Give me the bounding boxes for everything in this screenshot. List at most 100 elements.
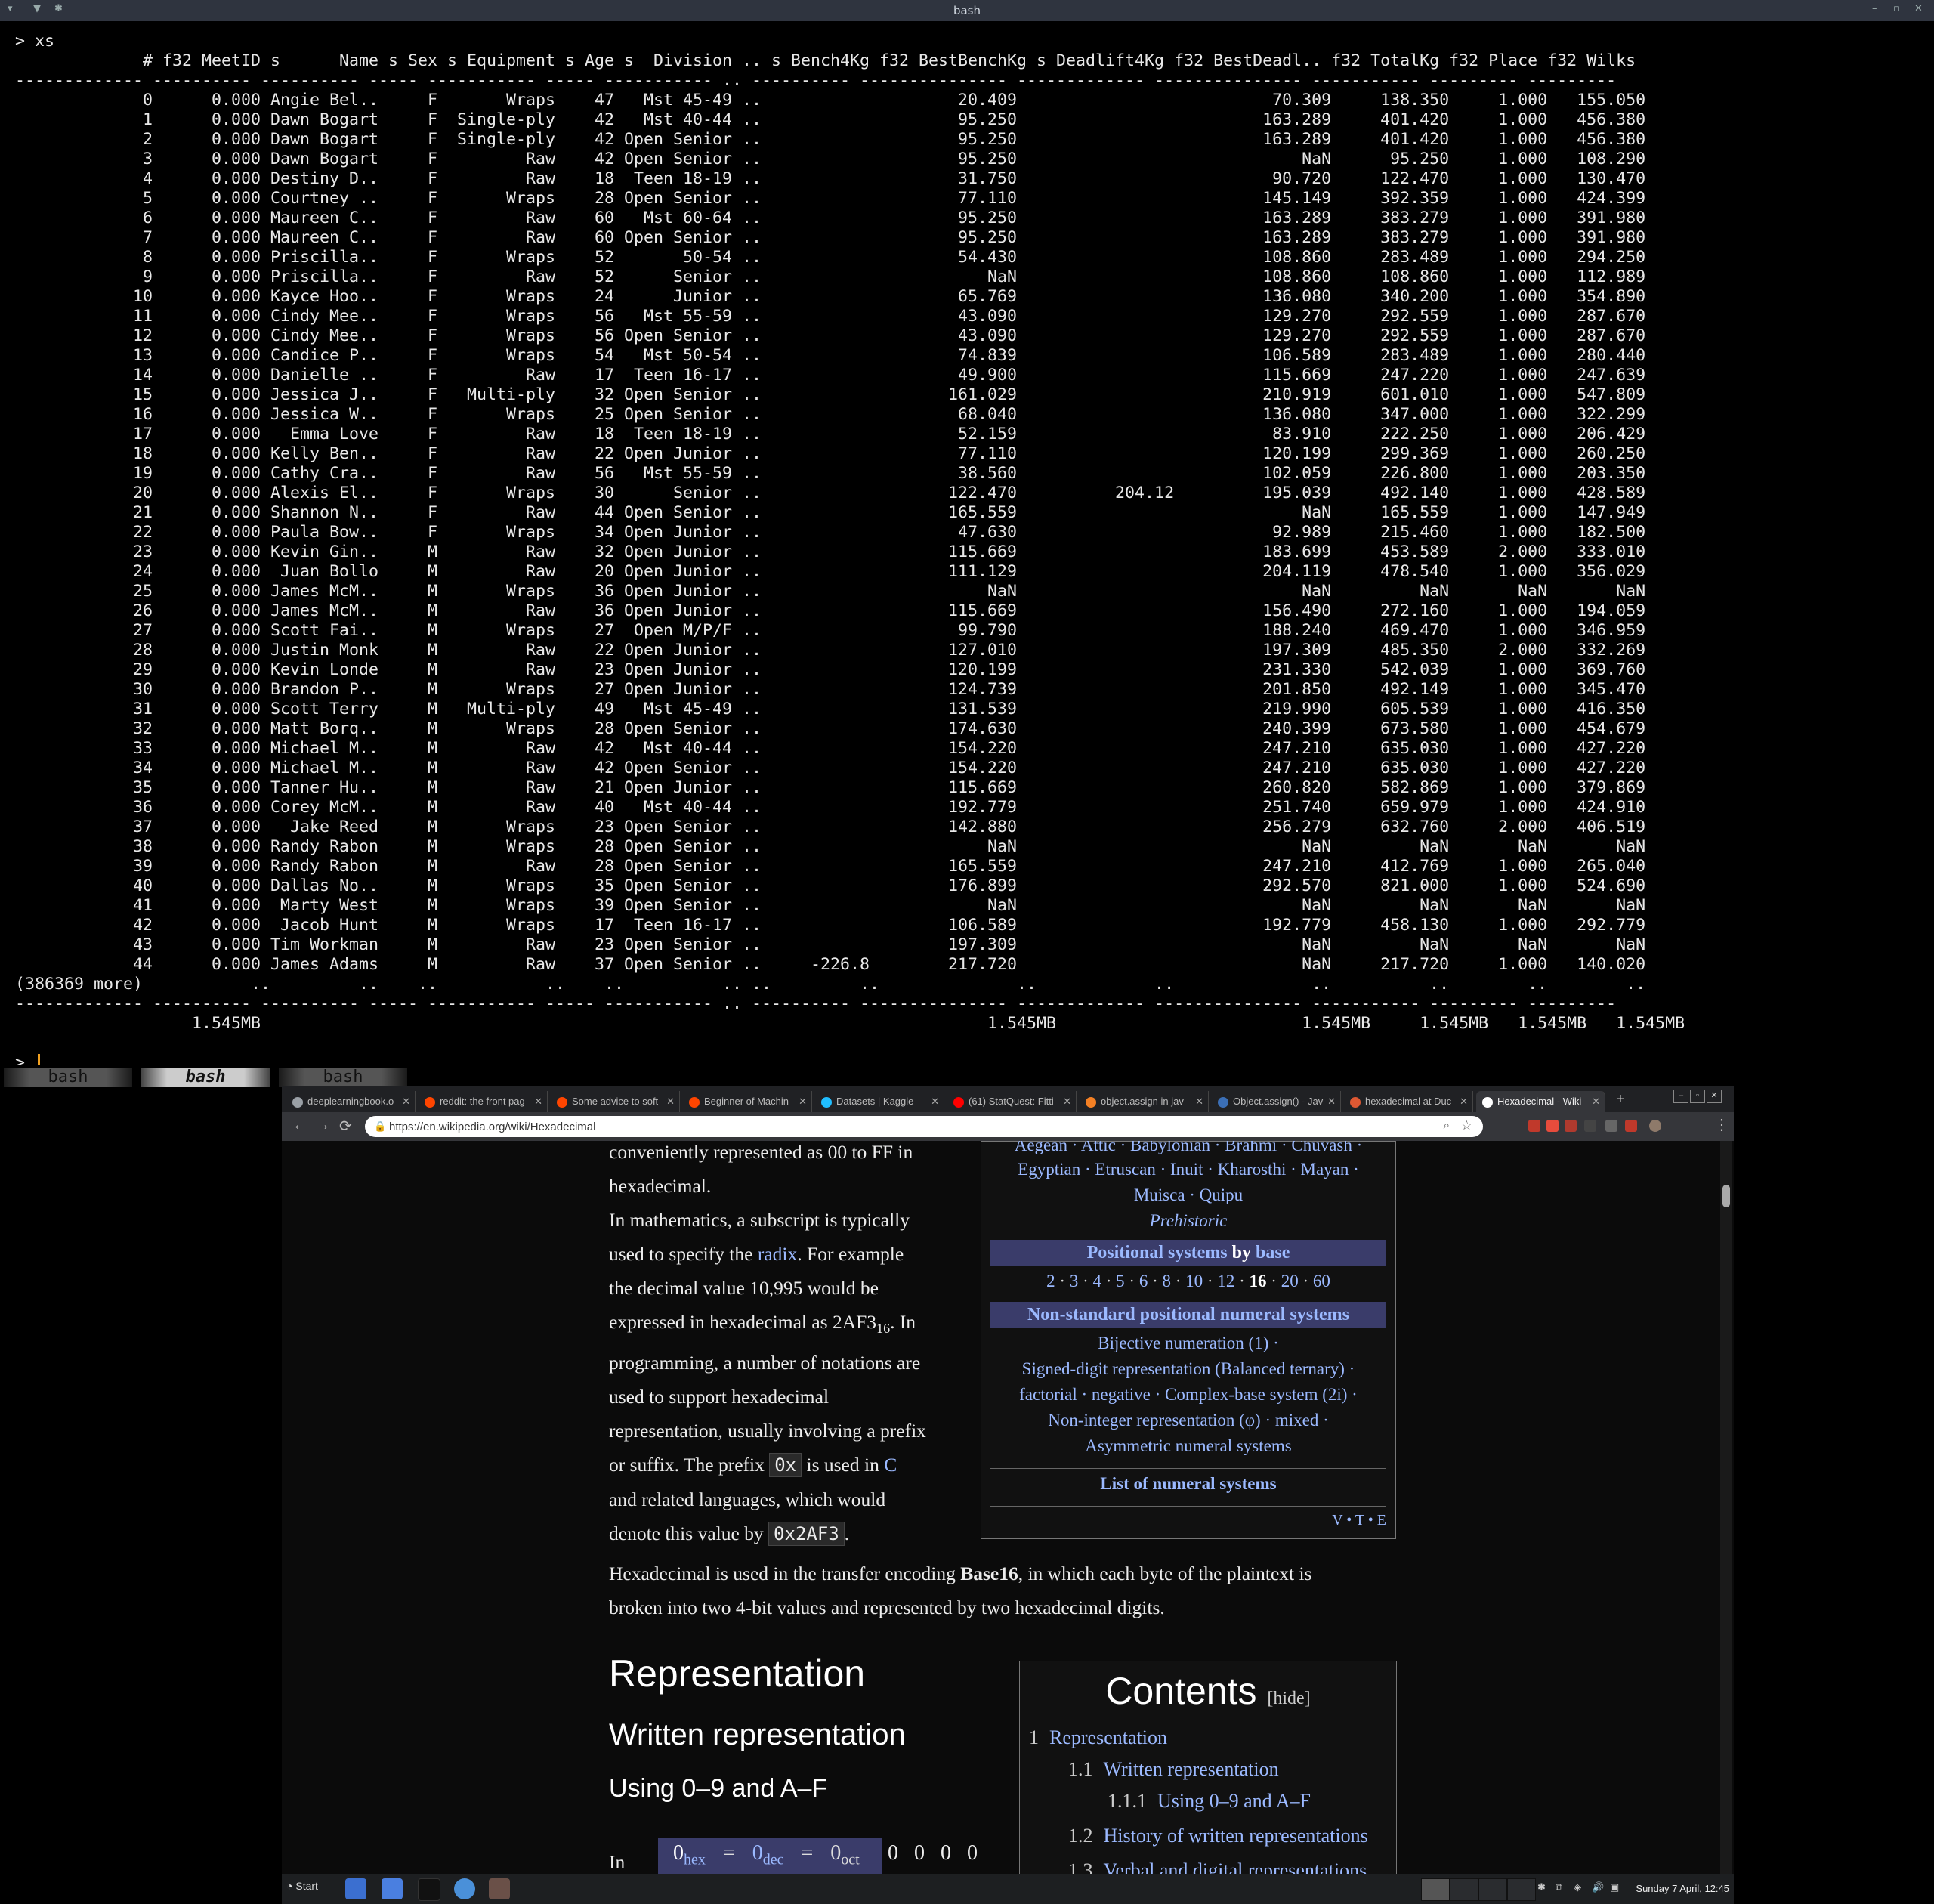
- close-tab-icon[interactable]: ✕: [1460, 1091, 1468, 1112]
- clipboard-icon[interactable]: ⧉: [1556, 1881, 1568, 1895]
- close-tab-icon[interactable]: ✕: [1063, 1091, 1071, 1112]
- file-manager-icon[interactable]: [345, 1878, 366, 1899]
- bookmark-star-icon[interactable]: ☆: [1461, 1118, 1472, 1133]
- browser-tab[interactable]: reddit: the front pag ✕: [419, 1091, 548, 1112]
- toc-link[interactable]: Representation: [1049, 1726, 1167, 1748]
- close-tab-icon[interactable]: ✕: [1195, 1091, 1203, 1112]
- browser-tab[interactable]: Object.assign() - Jav ✕: [1212, 1091, 1341, 1112]
- folder-icon[interactable]: [382, 1878, 403, 1899]
- toc-item[interactable]: 1.1 Written representation: [1068, 1758, 1279, 1781]
- positional-systems-link[interactable]: Positional systems: [1087, 1243, 1228, 1263]
- extension-icon[interactable]: [1625, 1120, 1637, 1132]
- extension-icon[interactable]: [1584, 1120, 1596, 1132]
- toc-item[interactable]: 1.3 Verbal and digital representations: [1068, 1859, 1367, 1874]
- reload-icon[interactable]: ⟳: [339, 1117, 352, 1136]
- base-link[interactable]: 4: [1092, 1272, 1101, 1290]
- prehistoric-link[interactable]: Prehistoric: [981, 1211, 1395, 1231]
- base-link[interactable]: 2: [1046, 1272, 1055, 1290]
- toc-item[interactable]: 1.1.1 Using 0–9 and A–F: [1108, 1790, 1311, 1813]
- toc-link[interactable]: Written representation: [1104, 1758, 1279, 1780]
- bluetooth-icon[interactable]: ✱: [1537, 1881, 1549, 1895]
- browser-restore-icon[interactable]: ▫: [1690, 1090, 1705, 1103]
- close-tab-icon[interactable]: ✕: [534, 1091, 542, 1112]
- scrollbar-thumb[interactable]: [1722, 1185, 1730, 1207]
- close-tab-icon[interactable]: ✕: [666, 1091, 675, 1112]
- radix-link[interactable]: radix: [758, 1243, 797, 1265]
- workspace-2[interactable]: [1450, 1878, 1478, 1901]
- menu-kebab-icon[interactable]: ⋮: [1714, 1115, 1729, 1134]
- wifi-icon[interactable]: ◈: [1574, 1881, 1586, 1895]
- toc-link[interactable]: Using 0–9 and A–F: [1157, 1790, 1311, 1812]
- toc-hide-toggle[interactable]: [hide]: [1267, 1689, 1310, 1708]
- battery-icon[interactable]: ▣: [1610, 1881, 1622, 1895]
- close-tab-icon[interactable]: ✕: [931, 1091, 939, 1112]
- chromium-icon[interactable]: [454, 1878, 475, 1899]
- base-link[interactable]: 5: [1116, 1272, 1125, 1290]
- zoom-icon[interactable]: ⌕: [1444, 1119, 1450, 1132]
- maximize-icon[interactable]: ▫: [1893, 3, 1900, 14]
- base-link[interactable]: 3: [1070, 1272, 1079, 1290]
- terminal-app-icon[interactable]: [489, 1878, 510, 1899]
- navbox-links[interactable]: Bijective numeration (1) ·: [981, 1334, 1395, 1353]
- navbox-links[interactable]: Aegean · Attic · Babylonian · Brahmi · C…: [981, 1141, 1395, 1155]
- browser-tab[interactable]: Datasets | Kaggle ✕: [815, 1091, 944, 1112]
- volume-icon[interactable]: 🔊: [1592, 1881, 1604, 1895]
- base-link[interactable]: 6: [1139, 1272, 1148, 1290]
- navbox-links[interactable]: Signed-digit representation (Balanced te…: [981, 1359, 1395, 1379]
- terminal-tab-3[interactable]: bash: [279, 1068, 407, 1087]
- navbox-links[interactable]: Non-integer representation (φ) · mixed ·: [981, 1411, 1395, 1430]
- new-tab-button[interactable]: +: [1616, 1091, 1625, 1108]
- start-button[interactable]: ◔ Start: [286, 1880, 318, 1892]
- c-language-link[interactable]: C: [884, 1454, 897, 1476]
- browser-close-icon[interactable]: ✕: [1707, 1090, 1722, 1103]
- back-arrow-icon[interactable]: ←: [292, 1117, 307, 1134]
- base-link[interactable]: 60: [1313, 1272, 1330, 1290]
- browser-tab[interactable]: object.assign in jav ✕: [1080, 1091, 1209, 1112]
- scrollbar[interactable]: [1720, 1141, 1732, 1874]
- toc-item[interactable]: 1.2 History of written representations: [1068, 1825, 1368, 1847]
- navbox-links[interactable]: Muisca · Quipu: [981, 1185, 1395, 1205]
- extension-icon[interactable]: [1605, 1120, 1617, 1132]
- clock[interactable]: Sunday 7 April, 12:45: [1636, 1883, 1729, 1894]
- browser-tab[interactable]: Beginner of Machin ✕: [683, 1091, 812, 1112]
- toc-item[interactable]: 1 Representation: [1029, 1726, 1167, 1749]
- workspace-1[interactable]: [1421, 1878, 1450, 1901]
- forward-arrow-icon[interactable]: →: [315, 1117, 330, 1134]
- extension-icon[interactable]: [1546, 1120, 1559, 1132]
- base-link[interactable]: 10: [1185, 1272, 1203, 1290]
- workspace-3[interactable]: [1478, 1878, 1507, 1901]
- terminal-tab-1[interactable]: bash: [4, 1068, 132, 1087]
- close-tab-icon[interactable]: ✕: [799, 1091, 807, 1112]
- navbox-links[interactable]: Asymmetric numeral systems: [981, 1436, 1395, 1456]
- toc-link[interactable]: History of written representations: [1104, 1825, 1368, 1847]
- navbox-header-nonstandard[interactable]: Non-standard positional numeral systems: [990, 1302, 1386, 1328]
- vte-links[interactable]: V • T • E: [981, 1512, 1386, 1529]
- browser-tab[interactable]: hexadecimal at Duc ✕: [1344, 1091, 1473, 1112]
- close-icon[interactable]: ✕: [1914, 3, 1923, 14]
- address-bar[interactable]: 🔒 https://en.wikipedia.org/wiki/Hexadeci…: [365, 1116, 1483, 1137]
- minimize-icon[interactable]: –: [1872, 3, 1877, 14]
- navbox-links[interactable]: factorial · negative · Complex-base syst…: [981, 1385, 1395, 1405]
- close-tab-icon[interactable]: ✕: [1327, 1091, 1336, 1112]
- close-tab-icon[interactable]: ✕: [402, 1091, 410, 1112]
- extension-icon[interactable]: [1528, 1120, 1540, 1132]
- profile-avatar[interactable]: [1649, 1120, 1661, 1132]
- base-link[interactable]: base: [1256, 1243, 1290, 1263]
- browser-minimize-icon[interactable]: –: [1673, 1090, 1688, 1103]
- terminal-icon[interactable]: [418, 1878, 440, 1901]
- browser-tab[interactable]: deeplearningbook.o ✕: [286, 1091, 416, 1112]
- close-tab-icon[interactable]: ✕: [1592, 1091, 1600, 1112]
- base-link[interactable]: 12: [1217, 1272, 1234, 1290]
- extension-icon[interactable]: [1565, 1120, 1577, 1132]
- terminal-tab-2[interactable]: bash: [141, 1068, 270, 1087]
- terminal[interactable]: > xs # f32 MeetID s Name s Sex s Equipme…: [0, 21, 1934, 1072]
- browser-tab[interactable]: Some advice to soft ✕: [551, 1091, 680, 1112]
- browser-tab[interactable]: (61) StatQuest: Fitti ✕: [947, 1091, 1077, 1112]
- workspace-4[interactable]: [1507, 1878, 1536, 1901]
- list-of-numeral-systems-link[interactable]: List of numeral systems: [981, 1474, 1395, 1494]
- base-link[interactable]: 20: [1281, 1272, 1299, 1290]
- base-link[interactable]: 8: [1163, 1272, 1172, 1290]
- browser-tab[interactable]: Hexadecimal - Wiki ✕: [1476, 1091, 1605, 1112]
- toc-link[interactable]: Verbal and digital representations: [1104, 1859, 1367, 1874]
- navbox-links[interactable]: Egyptian · Etruscan · Inuit · Kharosthi …: [981, 1160, 1395, 1179]
